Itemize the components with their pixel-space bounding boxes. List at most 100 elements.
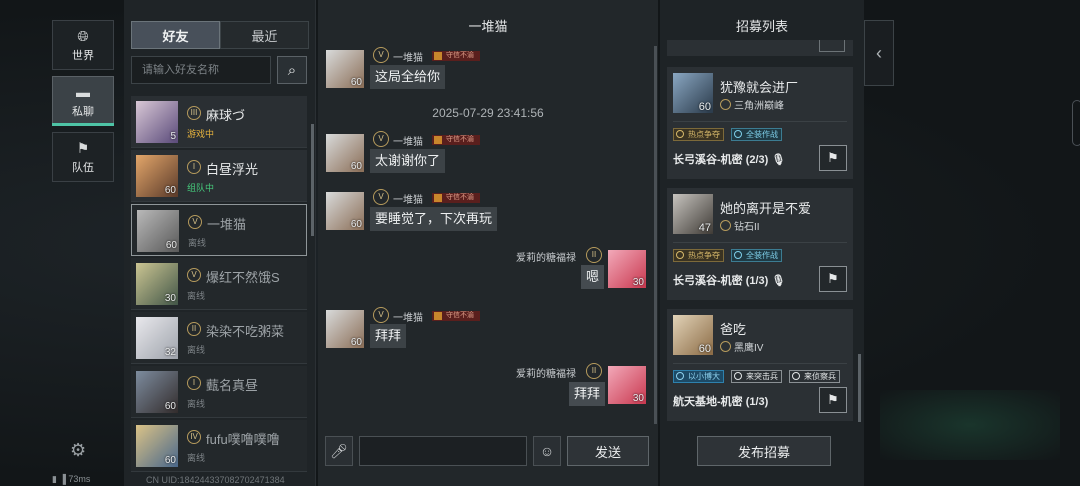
rail-team-label: 队伍 (72, 161, 94, 174)
message-bubble: 太谢谢你了 (370, 149, 446, 173)
message-bubble: 拜拜 (569, 382, 606, 406)
avatar: 60 (136, 425, 178, 467)
friend-list-scrollbar[interactable] (311, 124, 314, 236)
friend-item[interactable]: 32 II 染染不吃粥菜 离线 (131, 312, 307, 364)
sender-name: 一堆猫 (393, 313, 423, 324)
search-icon: ⌕ (287, 61, 297, 79)
rail-world-label: 世界 (72, 49, 94, 62)
avatar-level: 60 (698, 343, 711, 355)
avatar: 60 (673, 73, 713, 113)
rail-private-button[interactable]: ▬ 私聊 (52, 76, 114, 126)
signal-icon: ▐ (59, 474, 66, 484)
avatar[interactable]: 30 (608, 366, 646, 404)
recruit-title: 招募列表 (735, 19, 788, 34)
avatar[interactable]: 60 (326, 50, 364, 88)
rank-label: 三角洲巅峰 (734, 101, 784, 112)
avatar-level: 30 (632, 393, 644, 404)
tab-recent[interactable]: 最近 (220, 21, 309, 49)
avatar-level: 60 (350, 161, 362, 172)
divider (673, 242, 847, 243)
mic-icon: 🎙︎ (771, 154, 786, 166)
voice-button[interactable]: 🎤︎ (325, 436, 353, 466)
map-info: 长弓溪谷-机密 (1/3) 🎙︎ (673, 272, 785, 288)
title-badge: 守信不渝 (432, 51, 480, 61)
friend-item[interactable]: 60 I 薽名真昼 离线 (131, 366, 307, 418)
rank-icon: V (373, 307, 389, 323)
ping-value: 73ms (68, 474, 91, 484)
friend-name: 薽名真昼 (206, 378, 259, 393)
recruit-scrollbar[interactable] (858, 354, 861, 422)
send-button[interactable]: 发送 (567, 436, 649, 466)
publish-recruit-button[interactable]: 发布招募 (697, 436, 831, 466)
rank-icon: II (586, 247, 602, 263)
user-uid: CN UID:1842443370827024713​84 (146, 475, 285, 485)
settings-icon[interactable]: ⚙ (70, 440, 86, 461)
rail-team-button[interactable]: ⚑ 队伍 (52, 132, 114, 182)
friend-status: 离线 (187, 291, 206, 301)
recruit-card-partial (667, 40, 853, 56)
friend-name: 白昼浮光 (206, 162, 259, 177)
rank-icon: V (188, 215, 202, 229)
mode-tag: 全装作战 (731, 128, 782, 141)
avatar[interactable]: 30 (608, 250, 646, 288)
rail-world-button[interactable]: 🌐︎ 世界 (52, 20, 114, 70)
recruiter-name: 爸吃 (720, 322, 747, 337)
message-bubble: 嗯 (581, 265, 605, 289)
friend-item[interactable]: 60 IV fufu噗噜噗噜 离线 (131, 420, 307, 472)
join-button[interactable]: ⚑ (819, 387, 847, 413)
divider (673, 121, 847, 122)
friend-status: 离线 (187, 453, 206, 463)
sender-name: 爱莉的糖福禄 (516, 369, 576, 380)
avatar-level: 60 (165, 240, 177, 251)
title-badge: 守信不渝 (432, 311, 480, 321)
collapse-panel-button[interactable]: ‹ (864, 20, 894, 86)
friend-item[interactable]: 60 I 白昼浮光 组队中 (131, 150, 307, 202)
message-bubble: 要睡觉了，下次再玩 (370, 207, 498, 231)
friend-search-input[interactable]: 请输入好友名称 (131, 56, 271, 84)
avatar-level: 60 (350, 337, 362, 348)
friend-item-selected[interactable]: 60 V 一堆猫 离线 (131, 204, 307, 256)
friend-name: 一堆猫 (207, 217, 247, 232)
rank-icon: I (187, 376, 201, 390)
avatar-level: 47 (698, 222, 711, 234)
chat-title: 一堆猫 (468, 19, 508, 34)
join-button[interactable]: ⚑ (819, 266, 847, 292)
avatar-level: 32 (164, 347, 176, 358)
avatar[interactable]: 60 (326, 134, 364, 172)
mode-tag: 以小博大 (673, 370, 724, 383)
rank-icon (720, 99, 731, 110)
chat-scrollbar[interactable] (654, 46, 657, 424)
recruit-card: 60 爸吃 黑鹰IV 以小博大 来突击兵 来侦察兵 航天基地-机密 (1/3) … (667, 309, 853, 421)
message-input[interactable] (359, 436, 527, 466)
recruit-card: 47 她的离开是不爱 钻石II 热点争夺 全装作战 长弓溪谷-机密 (1/3) … (667, 188, 853, 300)
chat-panel: 一堆猫 60 V 一堆猫 守信不渝 这局全给你 2025-07-29 23:41… (318, 0, 658, 486)
join-button[interactable]: ⚑ (819, 145, 847, 171)
friend-name: 爆红不然饿S (206, 270, 280, 285)
avatar[interactable]: 60 (326, 192, 364, 230)
tab-friends[interactable]: 好友 (131, 21, 220, 49)
avatar: 60 (673, 315, 713, 355)
chat-screen: 🌐︎ 世界 ▬ 私聊 ⚑ 队伍 ⚙ ▮ ▐ 73ms 好友 最近 请输入好友名称… (0, 0, 1080, 486)
friend-status: 离线 (187, 345, 206, 355)
recruit-panel: 招募列表 60 犹豫就会进厂 三角洲巅峰 热点争夺 全装作战 长弓溪谷-机密 (… (660, 0, 864, 486)
rank-icon: V (373, 189, 389, 205)
avatar-level: 30 (164, 293, 176, 304)
rank-icon: II (586, 363, 602, 379)
friend-item[interactable]: 5 III 麻球づ 游戏中 (131, 96, 307, 148)
avatar: 32 (136, 317, 178, 359)
mode-tag: 热点争夺 (673, 249, 724, 262)
friend-status: 组队中 (187, 183, 215, 193)
join-button-partial[interactable] (819, 40, 845, 52)
friend-item[interactable]: 30 V 爆红不然饿S 离线 (131, 258, 307, 310)
emoji-button[interactable]: ☺ (533, 436, 561, 466)
avatar[interactable]: 60 (326, 310, 364, 348)
map-label: 长弓溪谷-机密 (1/3) (673, 275, 769, 287)
side-handle[interactable] (1072, 100, 1080, 146)
rank-icon: V (187, 268, 201, 282)
search-button[interactable]: ⌕ (277, 56, 307, 84)
recruiter-rank: 钻石II (720, 218, 760, 233)
flag-icon: ⚑ (827, 392, 839, 407)
sender-name: 一堆猫 (393, 137, 423, 148)
friend-name: 染染不吃粥菜 (206, 324, 285, 339)
avatar-level: 60 (350, 219, 362, 230)
